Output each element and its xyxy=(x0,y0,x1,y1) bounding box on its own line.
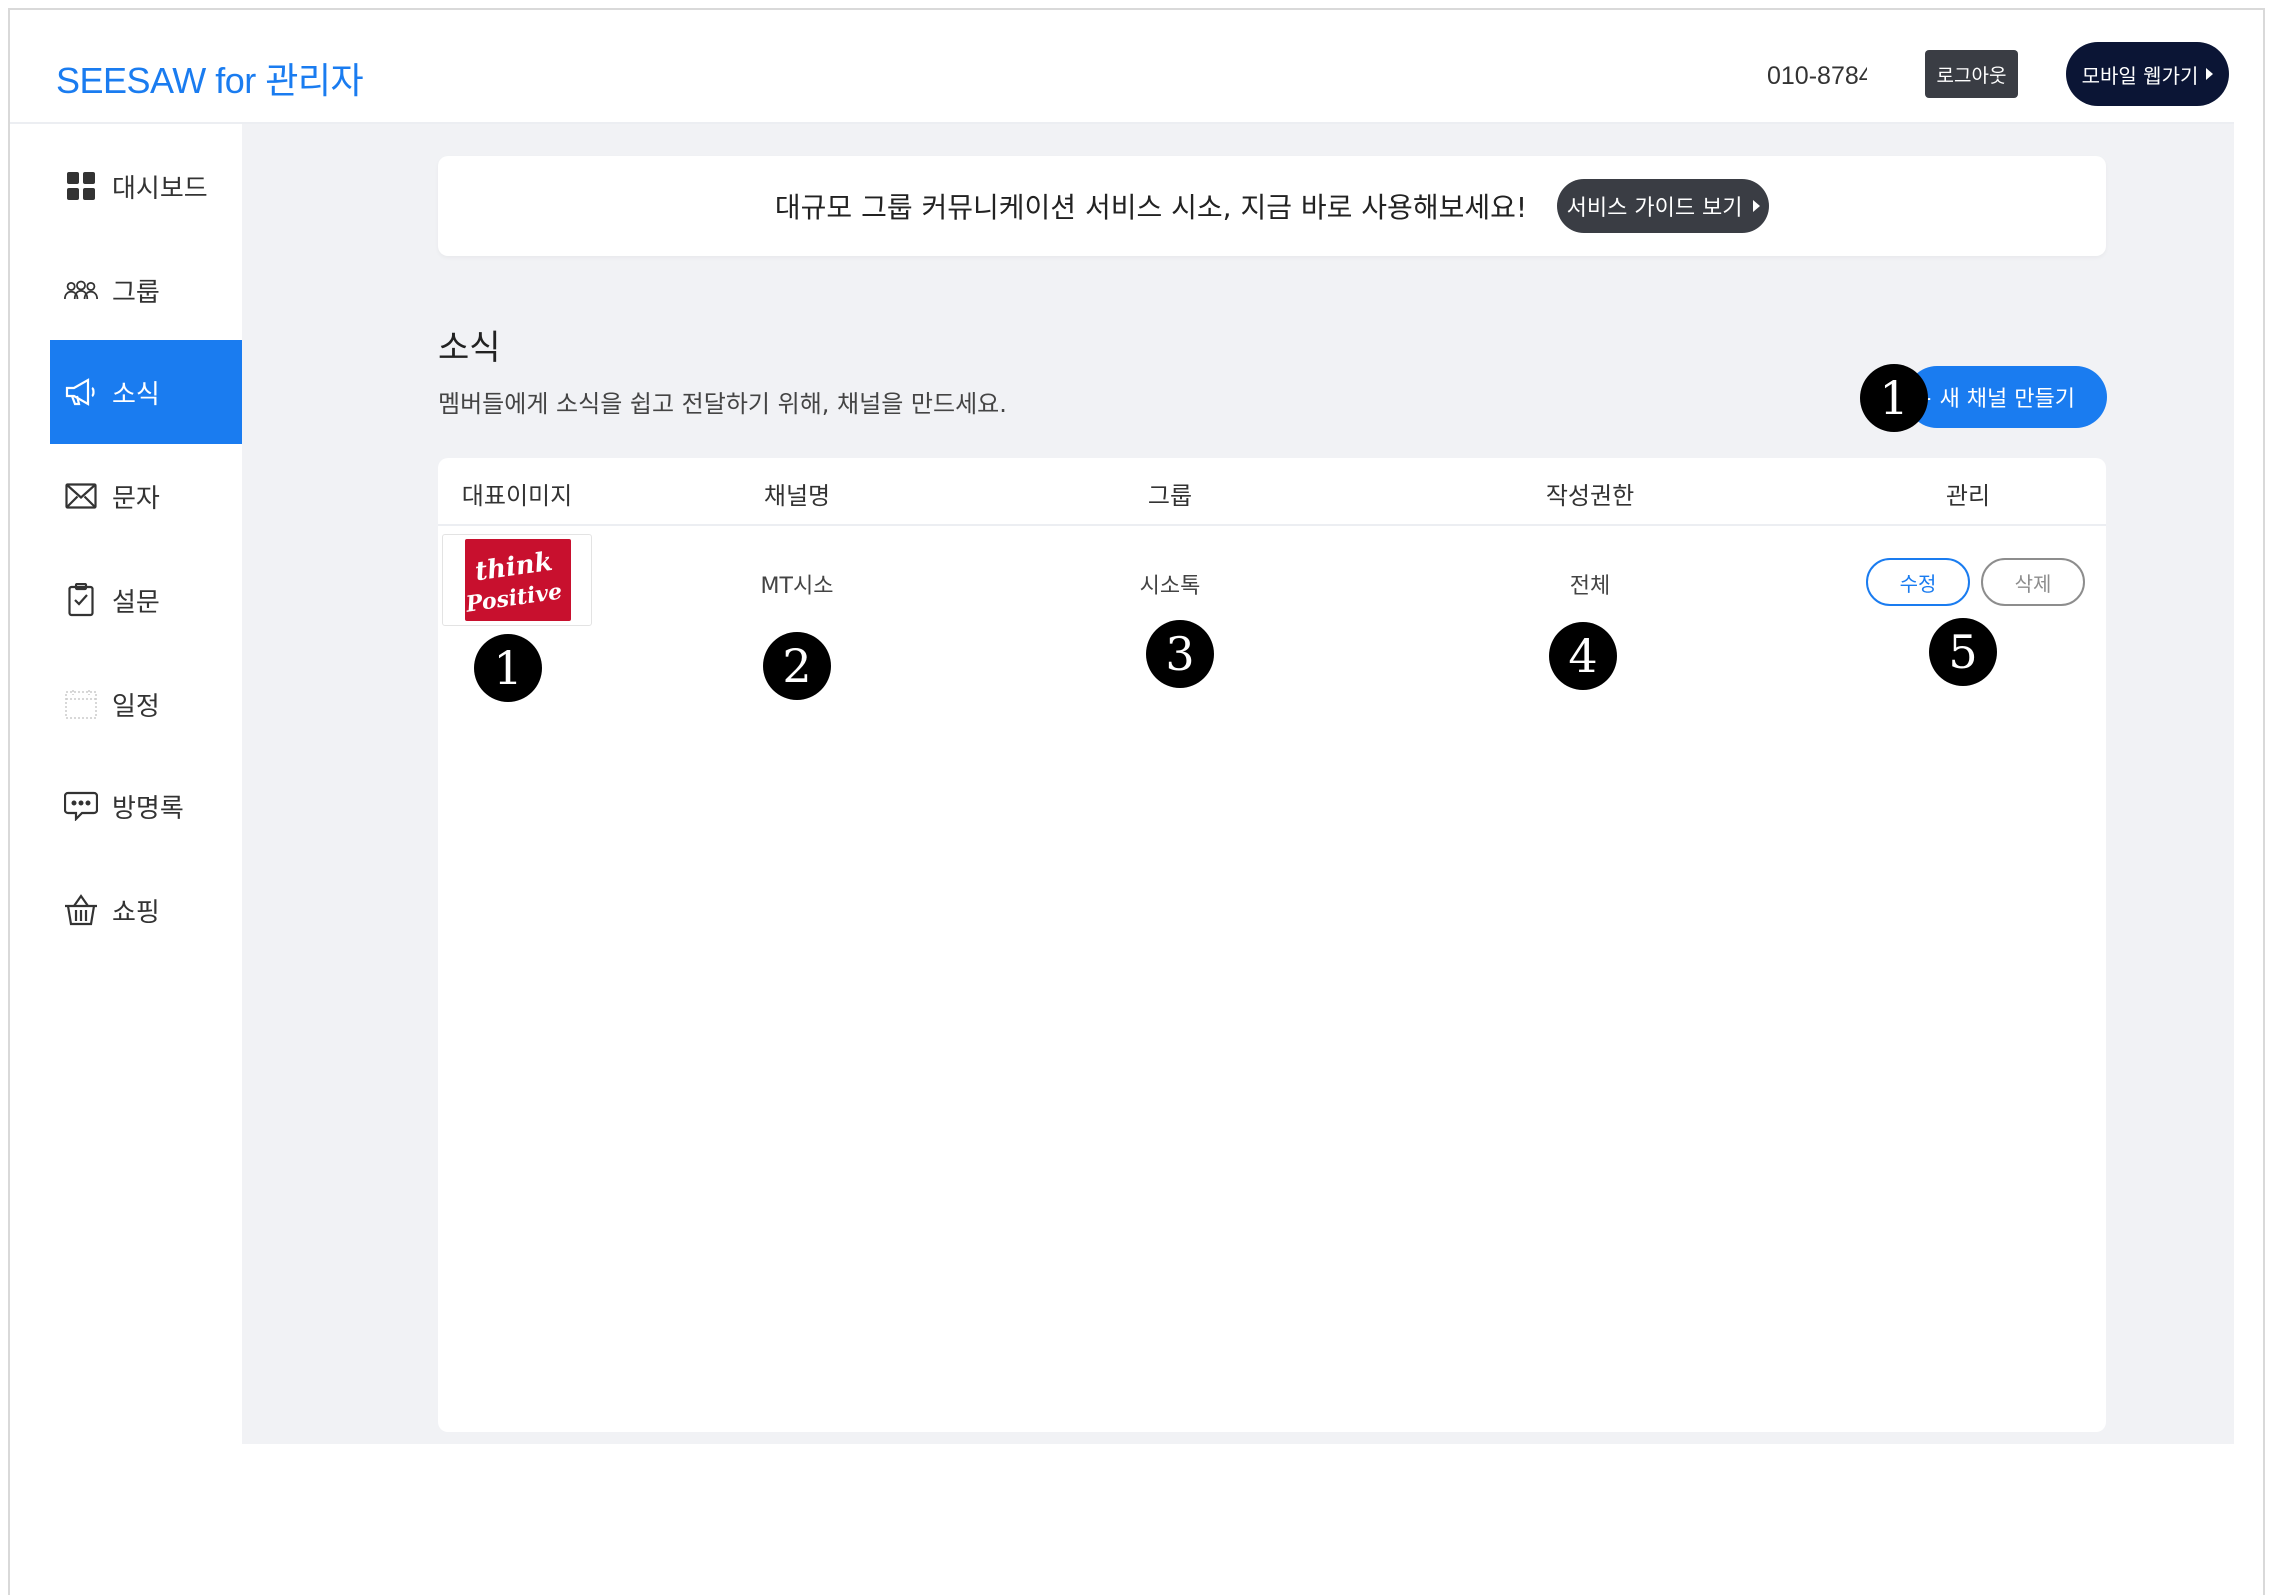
column-header-channel-name: 채널명 xyxy=(763,482,831,510)
cell-channel-name: MT시소 xyxy=(760,574,834,599)
service-guide-button[interactable]: 서비스 가이드 보기 xyxy=(1557,179,1770,233)
channel-table: 대표이미지 채널명 그룹 작성권한 관리 think Positive MT시소… xyxy=(438,458,2106,1432)
banner-text: 대규모 그룹 커뮤니케이션 서비스 시소, 지금 바로 사용해보세요! xyxy=(774,191,1528,224)
annotation-marker: 5 xyxy=(1929,618,1997,686)
mobile-web-button[interactable]: 모바일 웹가기 xyxy=(2066,42,2229,106)
sidebar-item-guestbook[interactable]: 방명록 xyxy=(50,754,253,858)
mobile-web-label: 모바일 웹가기 xyxy=(2081,63,2199,88)
annotation-marker: 2 xyxy=(763,632,831,700)
dashboard-icon xyxy=(64,169,98,203)
sidebar-item-label: 설문 xyxy=(112,587,160,618)
annotation-marker: 1 xyxy=(1860,364,1928,432)
service-guide-label: 서비스 가이드 보기 xyxy=(1566,196,1743,221)
app-window: SEESAW for 관리자 010-8784-1234 로그아웃 모바일 웹가… xyxy=(8,8,2265,1595)
sidebar-item-label: 그룹 xyxy=(112,277,160,308)
column-header-image: 대표이미지 xyxy=(461,482,573,510)
sidebar-item-survey[interactable]: 설문 xyxy=(50,548,253,652)
think-positive-image: think Positive xyxy=(465,539,571,621)
edit-button[interactable]: 수정 xyxy=(1866,558,1970,606)
sidebar-item-label: 일정 xyxy=(112,691,160,722)
people-icon xyxy=(64,273,98,307)
column-header-permission: 작성권한 xyxy=(1545,482,1635,510)
column-header-group: 그룹 xyxy=(1147,482,1193,510)
annotation-marker: 1 xyxy=(474,634,542,702)
caret-right-icon xyxy=(1752,200,1760,212)
brand-logo[interactable]: SEESAW for 관리자 xyxy=(56,52,364,104)
calendar-icon xyxy=(64,687,98,721)
sidebar-item-message[interactable]: 문자 xyxy=(50,444,253,548)
annotation-marker: 4 xyxy=(1549,622,1617,690)
top-header: SEESAW for 관리자 010-8784-1234 로그아웃 모바일 웹가… xyxy=(10,10,2234,124)
sidebar-item-label: 소식 xyxy=(112,379,160,410)
caret-right-icon xyxy=(2206,68,2214,80)
survey-icon xyxy=(64,583,98,617)
basket-icon xyxy=(64,893,98,927)
main-content: 대규모 그룹 커뮤니케이션 서비스 시소, 지금 바로 사용해보세요! 서비스 … xyxy=(242,124,2234,1444)
new-channel-button[interactable]: + 새 채널 만들기 xyxy=(1906,366,2107,428)
channel-thumbnail[interactable]: think Positive xyxy=(442,534,592,626)
sidebar: 대시보드 그룹 소식 문자 설문 일정 방명록 쇼핑 xyxy=(10,124,253,1444)
new-channel-label: + 새 채널 만들기 xyxy=(1914,387,2075,412)
sidebar-item-label: 방명록 xyxy=(112,793,184,824)
envelope-icon xyxy=(64,479,98,513)
sidebar-item-dashboard[interactable]: 대시보드 xyxy=(50,134,253,238)
promo-banner: 대규모 그룹 커뮤니케이션 서비스 시소, 지금 바로 사용해보세요! 서비스 … xyxy=(438,156,2106,256)
sidebar-item-label: 쇼핑 xyxy=(112,897,160,928)
table-header: 대표이미지 채널명 그룹 작성권한 관리 xyxy=(438,458,2106,526)
delete-label: 삭제 xyxy=(2014,571,2052,596)
megaphone-icon xyxy=(64,375,98,409)
sidebar-item-news[interactable]: 소식 xyxy=(50,340,253,444)
page-title: 소식 xyxy=(438,328,501,368)
sidebar-item-label: 문자 xyxy=(112,483,160,514)
page-description: 멤버들에게 소식을 쉽고 전달하기 위해, 채널을 만드세요. xyxy=(438,390,1007,418)
column-header-manage: 관리 xyxy=(1945,482,1991,510)
edit-label: 수정 xyxy=(1899,571,1937,596)
user-phone: 010-8784-1234 xyxy=(1767,62,1867,90)
delete-button[interactable]: 삭제 xyxy=(1981,558,2085,606)
cell-permission: 전체 xyxy=(1569,574,1611,599)
chat-bubble-icon xyxy=(64,789,98,823)
logout-button[interactable]: 로그아웃 xyxy=(1925,50,2018,98)
sidebar-item-group[interactable]: 그룹 xyxy=(50,238,253,342)
sidebar-item-shopping[interactable]: 쇼핑 xyxy=(50,858,253,962)
sidebar-item-schedule[interactable]: 일정 xyxy=(50,652,253,756)
logout-label: 로그아웃 xyxy=(1936,64,2007,87)
sidebar-item-label: 대시보드 xyxy=(112,173,208,204)
annotation-marker: 3 xyxy=(1146,620,1214,688)
cell-group: 시소톡 xyxy=(1139,574,1201,599)
